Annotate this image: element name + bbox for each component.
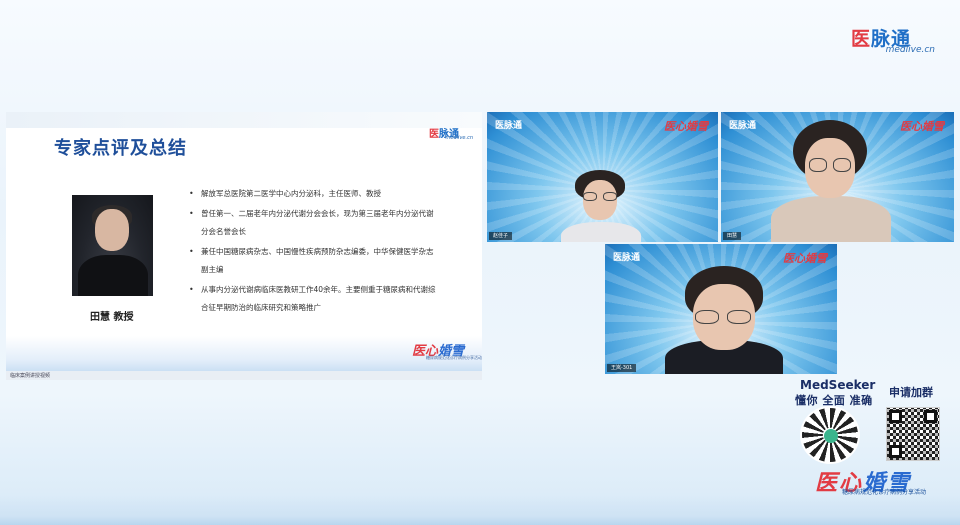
speaker-caption: 田慧 教授 — [90, 312, 134, 323]
tile-event-logo: 医心婚雪 — [900, 120, 944, 133]
tile-event-logo: 医心婚雪 — [783, 252, 827, 265]
medseeker-title: MedSeeker — [800, 378, 876, 392]
decorative-wave — [0, 495, 960, 525]
event-subtitle: 糖尿病规范化诊疗病例分享活动 — [426, 355, 482, 360]
bio-bullet: 兼任中国糖尿病杂志、中国慢性疾病预防杂志编委，中华保健医学杂志副主编 — [189, 243, 439, 279]
slide-status-text: 临床案例讲授视频 — [10, 373, 51, 379]
tile-logo: 医脉通 — [495, 121, 523, 131]
brand-url: medlive.cn — [885, 45, 935, 55]
video-tile-participant[interactable]: 医脉通 医心婚雪 王岚-301 — [605, 244, 837, 374]
join-group-label: 申请加群 — [889, 386, 933, 399]
slide-title: 专家点评及总结 — [54, 138, 187, 159]
tile-logo: 医脉通 — [613, 253, 641, 263]
tile-event-logo: 医心婚雪 — [664, 120, 708, 133]
bio-bullet: 曾任第一、二届老年内分泌代谢分会会长，现为第三届老年内分泌代谢分会名誉会长 — [189, 205, 439, 241]
join-group-qr-code[interactable] — [886, 407, 940, 461]
brand-logo: 医脉通 medlive.cn — [851, 24, 939, 58]
participant-name-label: 赵佳子 — [489, 232, 513, 240]
slide-logo: 医脉通 medlive.cn — [429, 129, 473, 141]
video-tile-participant[interactable]: 医脉通 医心婚雪 田慧 — [721, 112, 954, 242]
tile-logo: 医脉通 — [729, 121, 757, 131]
participant-name-label: 王岚-301 — [607, 364, 637, 372]
speaker-portrait — [72, 195, 153, 296]
medseeker-qr-code[interactable] — [800, 406, 860, 464]
slide-topbar — [6, 112, 482, 128]
slide-status-bar: 临床案例讲授视频 — [6, 371, 482, 380]
presentation-slide: 专家点评及总结 医脉通 medlive.cn 田慧 教授 解放军总医院第二医学中… — [6, 112, 482, 380]
bio-bullet: 从事内分泌代谢病临床医教研工作40余年。主要侧重于糖尿病和代谢综合征早期防治的临… — [189, 281, 439, 317]
bio-bullet-list: 解放军总医院第二医学中心内分泌科，主任医师、教授 曾任第一、二届老年内分泌代谢分… — [189, 185, 439, 319]
video-tile-participant[interactable]: 医脉通 医心婚雪 赵佳子 — [487, 112, 718, 242]
bio-bullet: 解放军总医院第二医学中心内分泌科，主任医师、教授 — [189, 185, 439, 203]
participant-name-label: 田慧 — [723, 232, 742, 240]
